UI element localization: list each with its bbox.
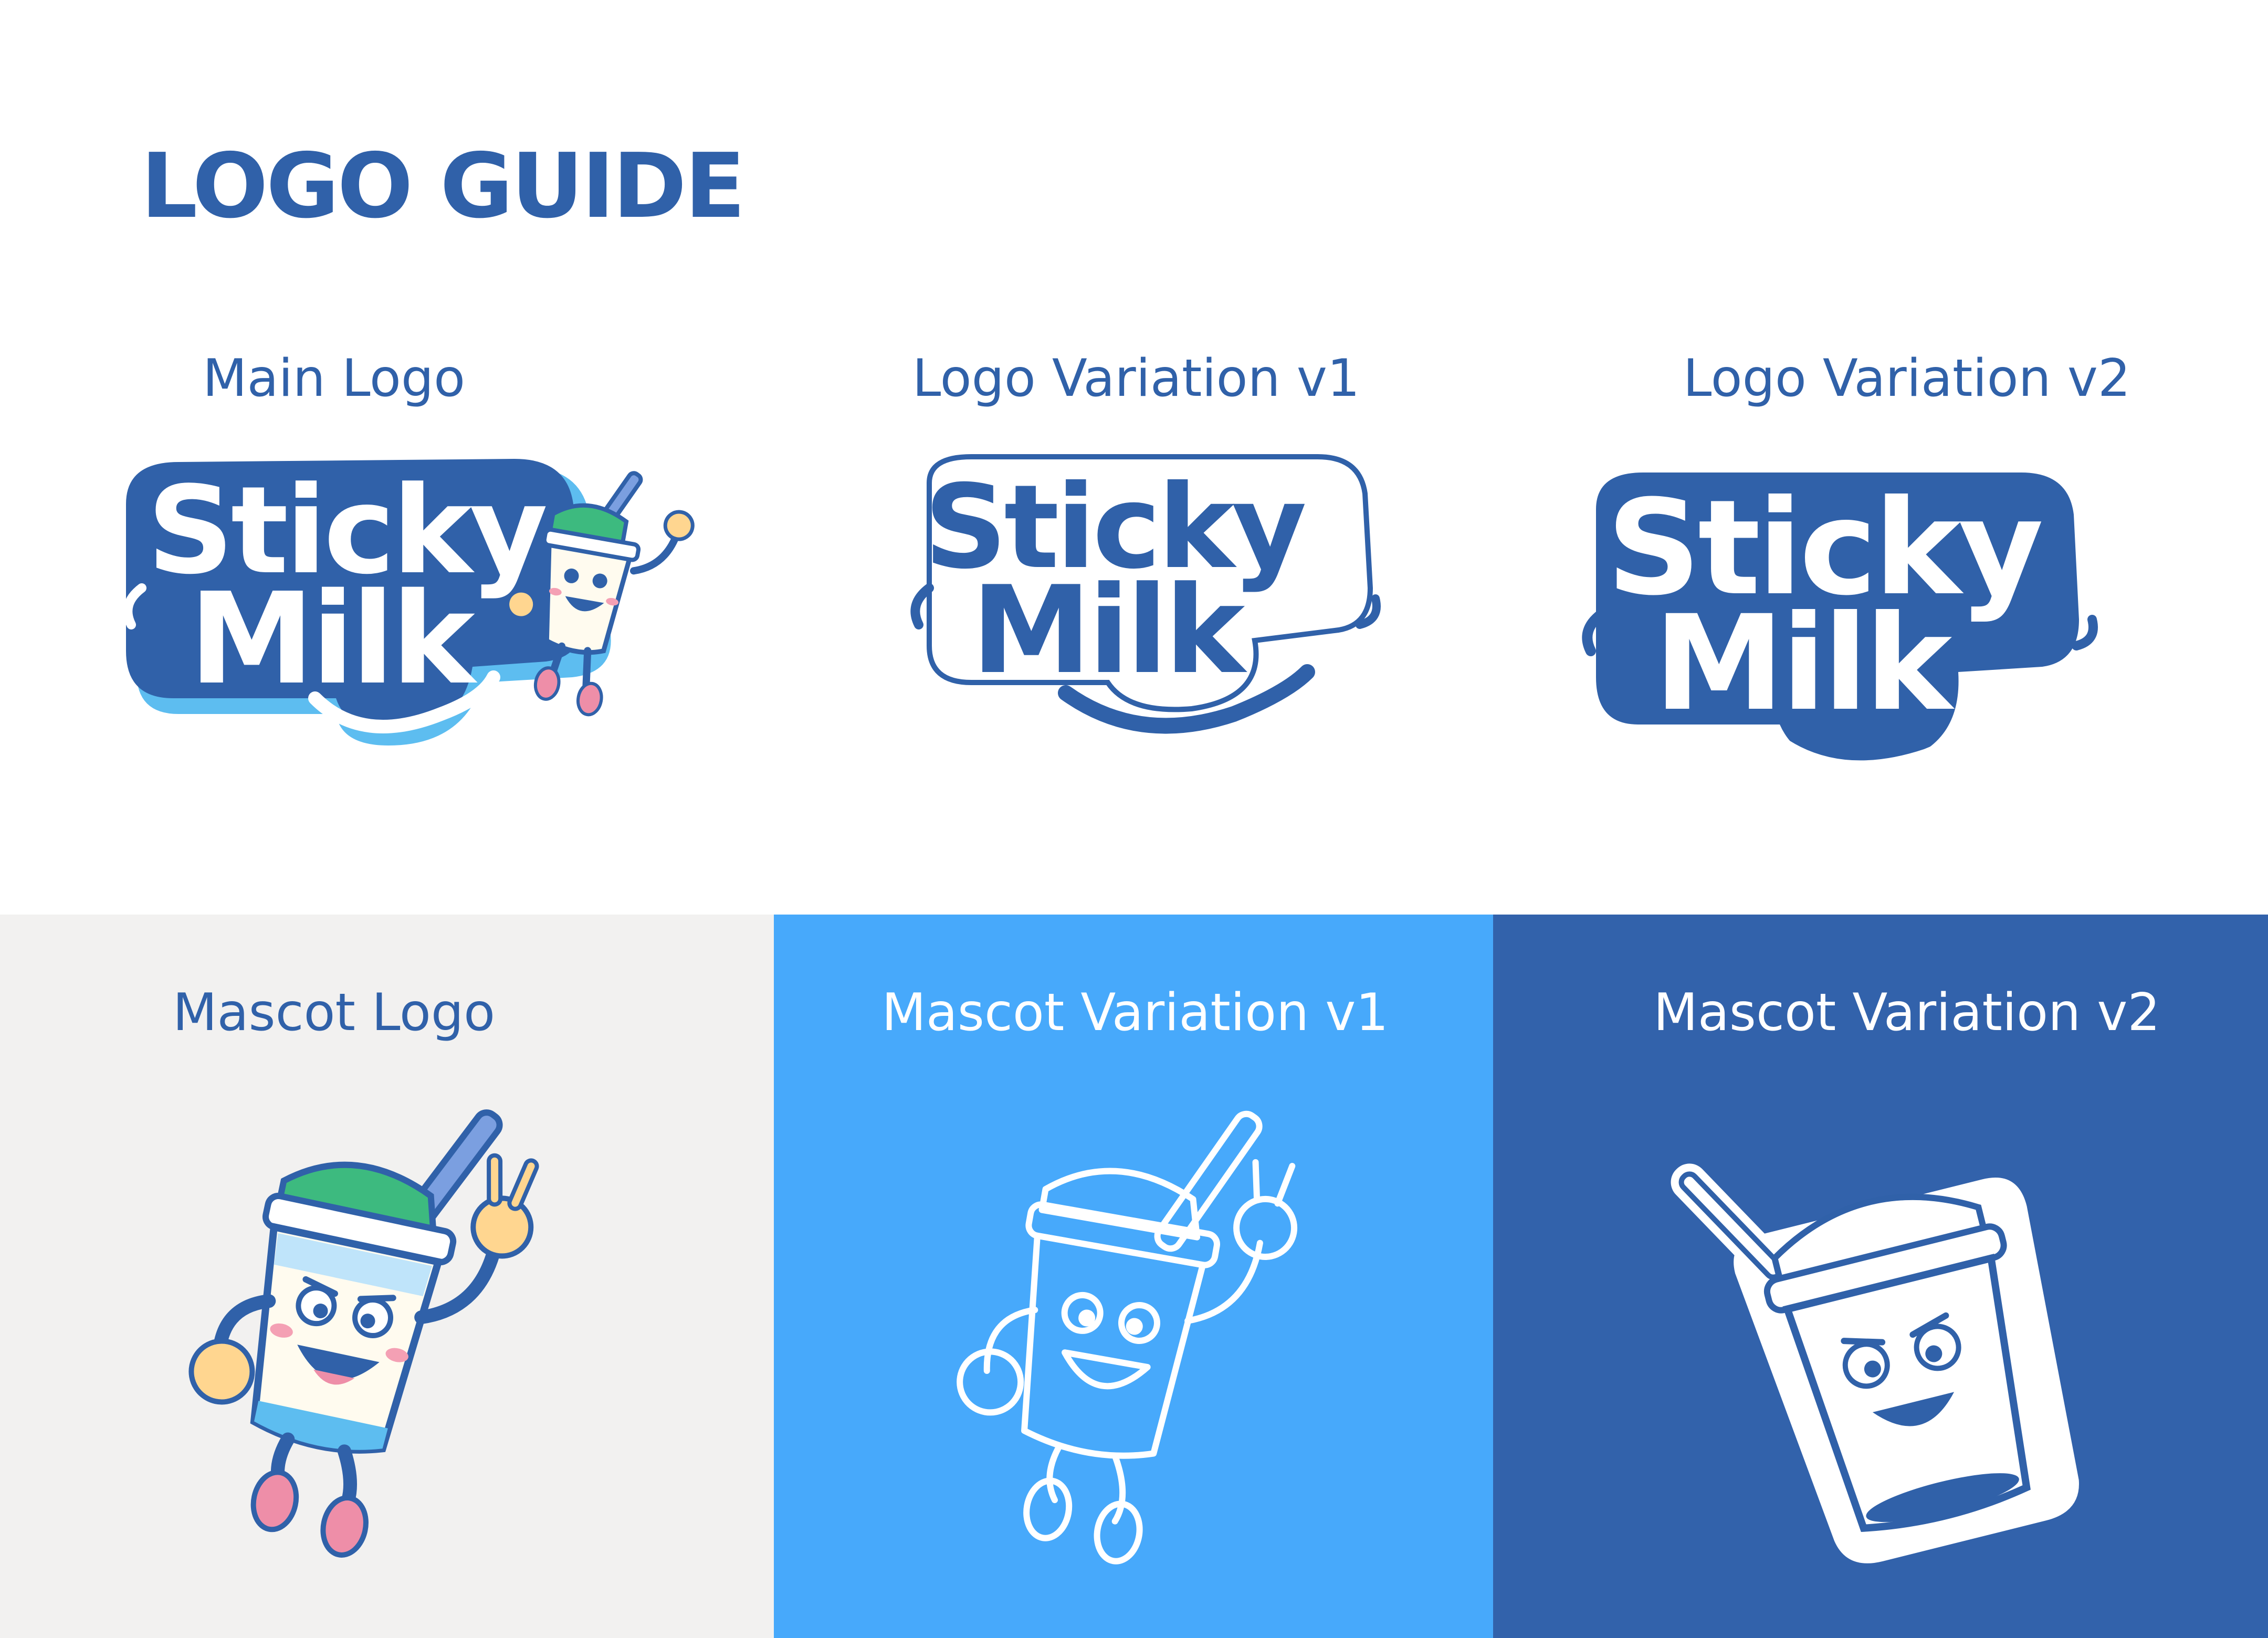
wordmark-milk: Milk (1654, 587, 1955, 740)
mascot-variation-v2-label: Mascot Variation v2 (1653, 983, 2160, 1043)
logo-variation-v1-label: Logo Variation v1 (912, 349, 1360, 408)
mascot-full-color (188, 1109, 539, 1558)
main-logo-label: Main Logo (202, 349, 466, 408)
mascot-white-outline (957, 1110, 1298, 1564)
main-logo: Sticky Milk (123, 459, 695, 746)
logo-variation-v2-label: Logo Variation v2 (1683, 349, 2131, 408)
wordmark-milk: Milk (189, 565, 478, 712)
logo-variation-v1: Sticky Milk (910, 454, 1381, 734)
mascot-logo-label: Mascot Logo (172, 983, 496, 1043)
wordmark-milk: Milk (971, 561, 1248, 701)
mascot-variation-v1-label: Mascot Variation v1 (881, 983, 1389, 1043)
mascot-cup-sticker (1671, 1163, 2079, 1563)
logo-variation-v2: Sticky Milk (1582, 471, 2098, 775)
page-title: LOGO GUIDE (141, 134, 746, 238)
